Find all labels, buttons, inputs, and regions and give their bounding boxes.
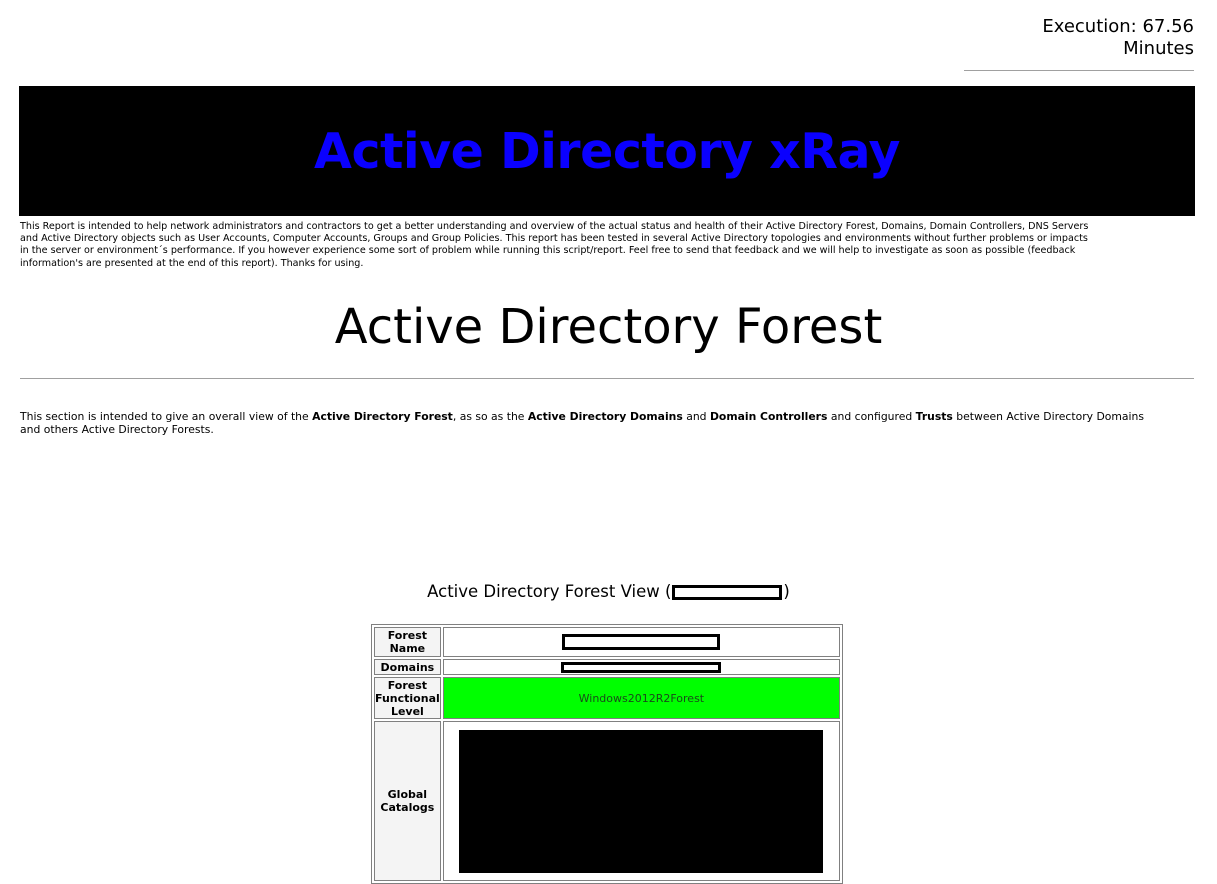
section-title: Active Directory Forest [334,299,883,355]
table-row: Forest Functional Level Windows2012R2For… [374,677,840,719]
desc-text: and configured [827,410,916,423]
forest-view-title: Active Directory Forest View () [0,581,1217,603]
functional-level-value: Windows2012R2Forest [442,677,840,719]
desc-text: and [682,410,710,423]
forest-name-label: Forest Name [374,627,441,657]
execution-time-unit: Minutes [1123,38,1194,59]
execution-time-value: Execution: 67.56 [1042,16,1194,37]
desc-bold-domains: Active Directory Domains [527,410,683,423]
desc-text: , as so as the [452,410,528,423]
section-divider [20,378,1194,379]
table-row: Forest Name [374,627,840,657]
domains-value [442,659,840,675]
forest-view-title-prefix: Active Directory Forest View ( [427,582,672,601]
forest-view-table: Forest Name Domains Forest Functional Le… [371,624,843,884]
desc-bold-trusts: Trusts [915,410,953,423]
desc-text: This section is intended to give an over… [20,410,313,423]
redacted-value [561,662,722,673]
functional-level-label: Forest Functional Level [374,677,441,719]
report-intro: This Report is intended to help network … [20,221,1089,269]
redacted-value [562,634,721,650]
redacted-forest-name [672,585,783,600]
forest-name-value [442,627,840,657]
section-description: This section is intended to give an over… [20,410,1160,436]
report-banner: Active Directory xRay [19,86,1195,216]
report-title: Active Directory xRay [314,122,900,180]
redacted-value [459,729,824,873]
desc-bold-dcs: Domain Controllers [709,410,828,423]
desc-bold-forest: Active Directory Forest [312,410,453,423]
table-row: Global Catalogs [374,721,840,881]
forest-view-title-suffix: ) [783,582,790,601]
execution-divider [964,70,1194,71]
domains-label: Domains [374,659,441,675]
global-catalogs-label: Global Catalogs [374,721,441,881]
execution-time: Execution: 67.56 Minutes [964,16,1194,60]
global-catalogs-value [442,721,840,881]
table-row: Domains [374,659,840,675]
